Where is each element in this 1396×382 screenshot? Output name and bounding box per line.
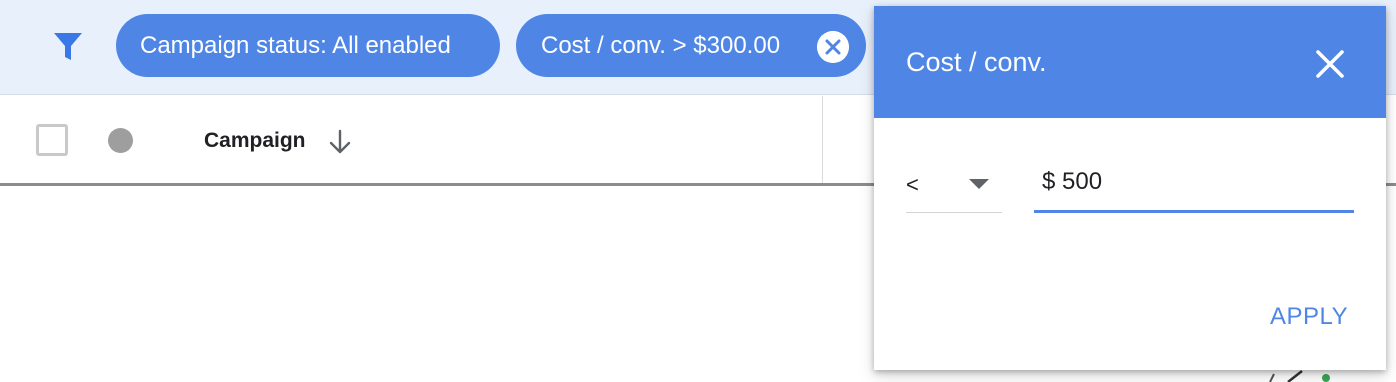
filter-chip-cost-per-conv[interactable]: Cost / conv. > $300.00 bbox=[516, 14, 866, 77]
close-icon[interactable] bbox=[1312, 46, 1348, 82]
filter-icon[interactable] bbox=[51, 29, 85, 63]
column-divider bbox=[822, 96, 823, 184]
filter-chip-label: Campaign status: All enabled bbox=[140, 32, 451, 59]
apply-button[interactable]: APPLY bbox=[1270, 302, 1348, 332]
page: Campaign status: All enabled Cost / conv… bbox=[0, 0, 1396, 382]
operator-value: < bbox=[906, 172, 919, 197]
popover-title: Cost / conv. bbox=[906, 47, 1047, 77]
arrow-down-icon[interactable] bbox=[328, 128, 352, 156]
value-input-text: $ 500 bbox=[1042, 168, 1103, 195]
operator-select[interactable]: < bbox=[906, 162, 1002, 213]
status-column-icon bbox=[108, 128, 133, 153]
select-all-checkbox[interactable] bbox=[36, 124, 68, 156]
close-circle-icon[interactable] bbox=[817, 31, 849, 63]
cost-per-conv-filter-popover: Cost / conv. < $ 500 APPLY bbox=[874, 6, 1386, 370]
partial-glyph bbox=[1269, 370, 1330, 382]
column-header-campaign[interactable]: Campaign bbox=[204, 126, 306, 156]
filter-chip-campaign-status[interactable]: Campaign status: All enabled bbox=[116, 14, 500, 77]
caret-down-icon bbox=[969, 179, 989, 189]
popover-header: Cost / conv. bbox=[874, 6, 1386, 118]
value-input[interactable]: $ 500 bbox=[1034, 162, 1354, 213]
filter-chip-label: Cost / conv. > $300.00 bbox=[541, 32, 781, 59]
